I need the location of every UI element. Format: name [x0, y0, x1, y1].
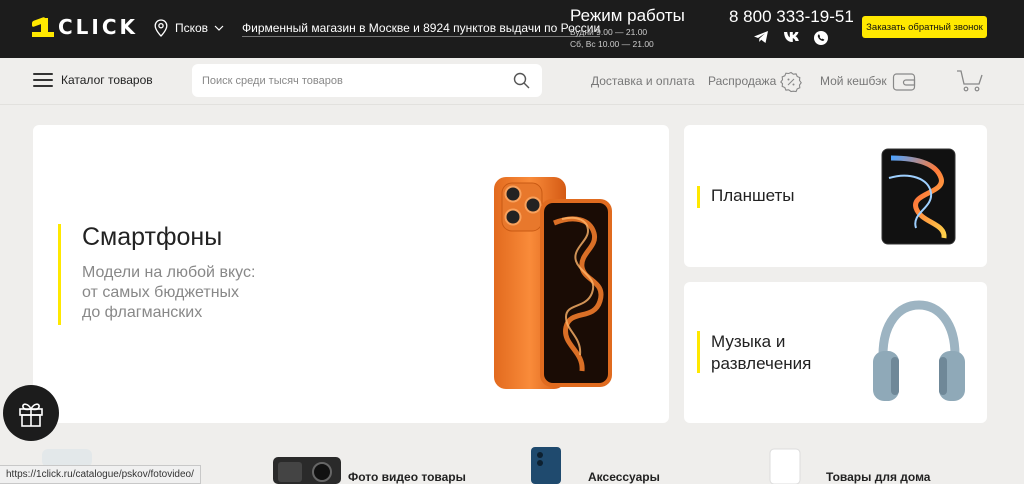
working-hours: Режим работы Будни 9.00 — 21.00 Сб, Вс 1… [570, 6, 685, 50]
search-box [192, 64, 542, 97]
discount-badge-icon[interactable] [780, 71, 802, 93]
city-selector[interactable]: Псков [154, 19, 224, 37]
search-input[interactable] [202, 72, 502, 89]
logo-text: CLICK [58, 15, 139, 39]
whatsapp-icon[interactable] [813, 30, 829, 45]
delivery-link[interactable]: Доставка и оплата [591, 74, 695, 88]
store-locations-link[interactable]: Фирменный магазин в Москве и 8924 пункто… [242, 21, 601, 37]
camera-thumb-image [273, 457, 341, 484]
smartphones-subtitle: Модели на любой вкус: от самых бюджетных… [82, 264, 256, 321]
phone-number[interactable]: 8 800 333-19-51 [729, 7, 854, 27]
hours-weekend: Сб, Вс 10.00 — 21.00 [570, 39, 654, 49]
menu-icon [33, 72, 53, 88]
smartphones-title: Смартфоны [82, 223, 223, 251]
smartphones-card[interactable]: Смартфоны Модели на любой вкус: от самых… [33, 125, 669, 423]
location-pin-icon [154, 19, 168, 37]
logo-digit-mark [32, 16, 54, 37]
vk-icon[interactable] [783, 30, 799, 44]
accent-bar [58, 224, 61, 325]
hours-weekdays: Будни 9.00 — 21.00 [570, 27, 648, 37]
cashback-link[interactable]: Мой кешбэк [820, 74, 887, 88]
gift-icon [19, 403, 43, 427]
tablets-card[interactable]: Планшеты [684, 125, 987, 267]
wallet-icon[interactable] [892, 72, 916, 92]
chevron-down-icon [214, 25, 224, 31]
cart-icon[interactable] [956, 69, 984, 93]
telegram-icon[interactable] [753, 30, 769, 44]
top-bar: CLICK Псков Фирменный магазин в Москве и… [0, 0, 1024, 58]
accessories-thumb-image [531, 447, 561, 484]
music-card[interactable]: Музыка и развлечения [684, 282, 987, 423]
tablets-title: Планшеты [711, 186, 795, 205]
home-goods-thumb-image [769, 448, 801, 484]
city-label: Псков [175, 21, 209, 35]
headphones-image [873, 300, 965, 401]
smartphone-image [494, 177, 612, 389]
callback-button[interactable]: Заказать обратный звонок [862, 16, 987, 38]
social-links [753, 30, 829, 45]
music-title: Музыка и развлечения [711, 332, 812, 373]
hours-title: Режим работы [570, 6, 685, 25]
sale-link[interactable]: Распродажа [708, 74, 776, 88]
category-home-goods[interactable]: Товары для дома [826, 470, 930, 484]
accent-bar [697, 331, 700, 373]
browser-status-url: https://1click.ru/catalogue/pskov/fotovi… [0, 465, 201, 484]
nav-bar: Каталог товаров Доставка и оплата Распро… [0, 58, 1024, 105]
tablet-image [881, 148, 956, 245]
catalog-label: Каталог товаров [61, 73, 153, 87]
accent-bar [697, 186, 700, 208]
gift-button[interactable] [3, 385, 59, 441]
logo[interactable]: CLICK [32, 15, 138, 39]
search-icon[interactable] [513, 72, 530, 89]
category-photo-video[interactable]: Фото видео товары [348, 470, 466, 484]
category-accessories[interactable]: Аксессуары [588, 470, 660, 484]
category-thumb-image [42, 449, 92, 467]
catalog-button[interactable]: Каталог товаров [33, 72, 153, 88]
